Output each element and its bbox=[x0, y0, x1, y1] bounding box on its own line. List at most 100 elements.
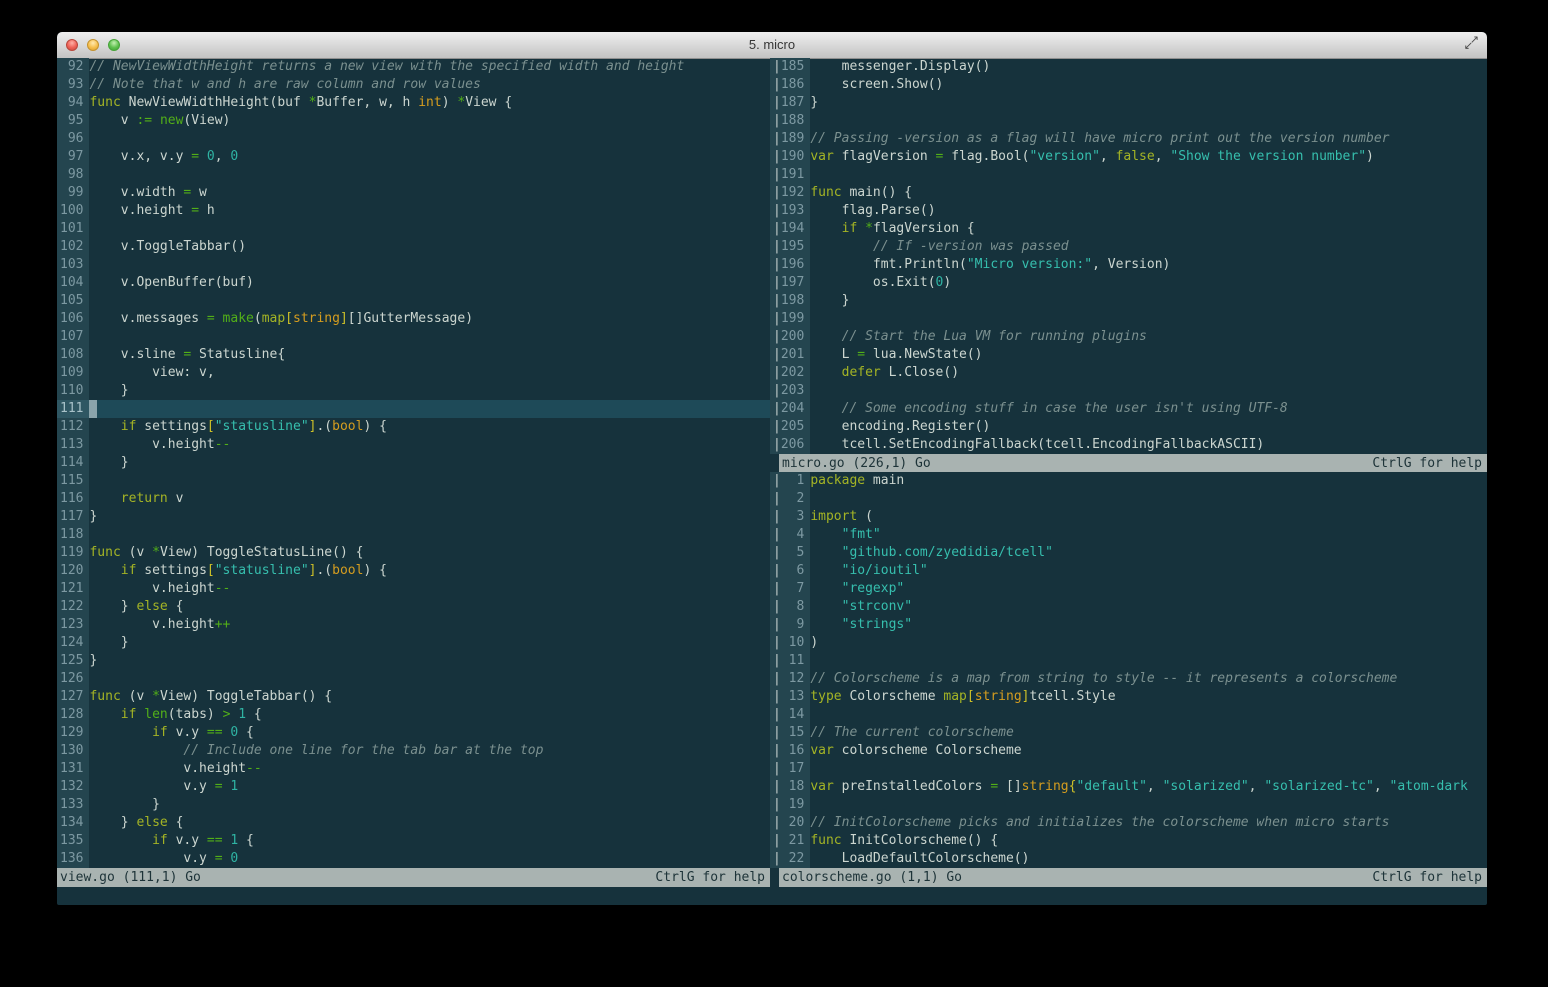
code-line[interactable]: 133 } bbox=[57, 796, 770, 814]
code-line[interactable]: |206 tcell.SetEncodingFallback(tcell.Enc… bbox=[770, 436, 1487, 454]
code-line[interactable]: 116 return v bbox=[57, 490, 770, 508]
code-line[interactable]: 129 if v.y == 0 { bbox=[57, 724, 770, 742]
code-line[interactable]: |204 // Some encoding stuff in case the … bbox=[770, 400, 1487, 418]
code-line[interactable]: |185 messenger.Display() bbox=[770, 58, 1487, 76]
code-line[interactable]: 107 bbox=[57, 328, 770, 346]
token: func bbox=[89, 545, 120, 560]
code-line[interactable]: |196 fmt.Println("Micro version:", Versi… bbox=[770, 256, 1487, 274]
code-line[interactable]: | 21func InitColorscheme() { bbox=[770, 832, 1487, 850]
code-line[interactable]: 121 v.height-- bbox=[57, 580, 770, 598]
code-line[interactable]: 105 bbox=[57, 292, 770, 310]
code-line[interactable]: 119func (v *View) ToggleStatusLine() { bbox=[57, 544, 770, 562]
code-line[interactable]: |199 bbox=[770, 310, 1487, 328]
code-line[interactable]: 97 v.x, v.y = 0, 0 bbox=[57, 148, 770, 166]
code-line[interactable]: 115 bbox=[57, 472, 770, 490]
code-line[interactable]: 100 v.height = h bbox=[57, 202, 770, 220]
code-line[interactable]: 92// NewViewWidthHeight returns a new vi… bbox=[57, 58, 770, 76]
code-line[interactable]: |192func main() { bbox=[770, 184, 1487, 202]
code-line[interactable]: |186 screen.Show() bbox=[770, 76, 1487, 94]
code-line[interactable]: | 16var colorscheme Colorscheme bbox=[770, 742, 1487, 760]
code-text: } bbox=[810, 95, 818, 110]
editor-pane-micro-go[interactable]: |185 messenger.Display()|186 screen.Show… bbox=[770, 58, 1487, 454]
resize-arrows-icon[interactable]: ↗ ↙ bbox=[1461, 33, 1479, 51]
code-line[interactable]: 110 } bbox=[57, 382, 770, 400]
token: , bbox=[1155, 149, 1171, 164]
editor-pane-view-go[interactable]: 92// NewViewWidthHeight returns a new vi… bbox=[57, 58, 770, 868]
code-line[interactable]: |201 L = lua.NewState() bbox=[770, 346, 1487, 364]
code-line[interactable]: 101 bbox=[57, 220, 770, 238]
code-line[interactable]: 126 bbox=[57, 670, 770, 688]
code-line[interactable]: 108 v.sline = Statusline{ bbox=[57, 346, 770, 364]
editor-pane-colorscheme-go[interactable]: | 1package main| 2| 3import (| 4 "fmt"| … bbox=[770, 472, 1487, 868]
code-line[interactable]: |202 defer L.Close() bbox=[770, 364, 1487, 382]
code-line[interactable]: |198 } bbox=[770, 292, 1487, 310]
code-line[interactable]: 118 bbox=[57, 526, 770, 544]
code-line[interactable]: |194 if *flagVersion { bbox=[770, 220, 1487, 238]
code-line[interactable]: 130 // Include one line for the tab bar … bbox=[57, 742, 770, 760]
code-line[interactable]: | 14 bbox=[770, 706, 1487, 724]
code-line[interactable]: | 20// InitColorscheme picks and initial… bbox=[770, 814, 1487, 832]
code-line[interactable]: 96 bbox=[57, 130, 770, 148]
code-line[interactable]: 104 v.OpenBuffer(buf) bbox=[57, 274, 770, 292]
code-line[interactable]: 132 v.y = 1 bbox=[57, 778, 770, 796]
code-line[interactable]: | 18var preInstalledColors = []string{"d… bbox=[770, 778, 1487, 796]
code-line[interactable]: 123 v.height++ bbox=[57, 616, 770, 634]
code-line[interactable]: 134 } else { bbox=[57, 814, 770, 832]
code-line[interactable]: 112 if settings["statusline"].(bool) { bbox=[57, 418, 770, 436]
code-line[interactable]: |191 bbox=[770, 166, 1487, 184]
code-line[interactable]: 103 bbox=[57, 256, 770, 274]
code-line[interactable]: | 3import ( bbox=[770, 508, 1487, 526]
code-line[interactable]: | 15// The current colorscheme bbox=[770, 724, 1487, 742]
code-line[interactable]: |190var flagVersion = flag.Bool("version… bbox=[770, 148, 1487, 166]
code-line[interactable]: 109 view: v, bbox=[57, 364, 770, 382]
code-line[interactable]: 128 if len(tabs) > 1 { bbox=[57, 706, 770, 724]
code-line[interactable]: | 4 "fmt" bbox=[770, 526, 1487, 544]
token bbox=[810, 527, 841, 542]
code-line[interactable]: 95 v := new(View) bbox=[57, 112, 770, 130]
code-text: } bbox=[810, 293, 849, 308]
code-line[interactable]: | 9 "strings" bbox=[770, 616, 1487, 634]
code-line[interactable]: | 22 LoadDefaultColorscheme() bbox=[770, 850, 1487, 868]
code-line[interactable]: | 11 bbox=[770, 652, 1487, 670]
code-line[interactable]: 94func NewViewWidthHeight(buf *Buffer, w… bbox=[57, 94, 770, 112]
code-line[interactable]: | 6 "io/ioutil" bbox=[770, 562, 1487, 580]
code-line[interactable]: |189// Passing -version as a flag will h… bbox=[770, 130, 1487, 148]
code-line[interactable]: |187} bbox=[770, 94, 1487, 112]
code-line[interactable]: | 2 bbox=[770, 490, 1487, 508]
code-line[interactable]: | 13type Colorscheme map[string]tcell.St… bbox=[770, 688, 1487, 706]
code-line[interactable]: 135 if v.y == 1 { bbox=[57, 832, 770, 850]
code-line[interactable]: 98 bbox=[57, 166, 770, 184]
code-line[interactable]: 93// Note that w and h are raw column an… bbox=[57, 76, 770, 94]
code-line[interactable]: | 5 "github.com/zyedidia/tcell" bbox=[770, 544, 1487, 562]
code-line[interactable]: |197 os.Exit(0) bbox=[770, 274, 1487, 292]
code-line[interactable]: |205 encoding.Register() bbox=[770, 418, 1487, 436]
code-line[interactable]: 114 } bbox=[57, 454, 770, 472]
window-titlebar[interactable]: 5. micro ↗ ↙ bbox=[57, 32, 1487, 59]
code-line[interactable]: 122 } else { bbox=[57, 598, 770, 616]
code-line[interactable]: | 1package main bbox=[770, 472, 1487, 490]
code-line[interactable]: |203 bbox=[770, 382, 1487, 400]
code-line[interactable]: |188 bbox=[770, 112, 1487, 130]
code-text: fmt.Println("Micro version:", Version) bbox=[810, 257, 1170, 272]
code-line[interactable]: 117} bbox=[57, 508, 770, 526]
code-line[interactable]: | 17 bbox=[770, 760, 1487, 778]
code-line[interactable]: | 12// Colorscheme is a map from string … bbox=[770, 670, 1487, 688]
code-line[interactable]: | 8 "strconv" bbox=[770, 598, 1487, 616]
code-line[interactable]: 125} bbox=[57, 652, 770, 670]
code-line[interactable]: 124 } bbox=[57, 634, 770, 652]
code-line[interactable]: 106 v.messages = make(map[string][]Gutte… bbox=[57, 310, 770, 328]
code-line[interactable]: | 7 "regexp" bbox=[770, 580, 1487, 598]
code-line[interactable]: |193 flag.Parse() bbox=[770, 202, 1487, 220]
code-line[interactable]: |195 // If -version was passed bbox=[770, 238, 1487, 256]
code-line[interactable]: 111 bbox=[57, 400, 770, 418]
code-line[interactable]: 102 v.ToggleTabbar() bbox=[57, 238, 770, 256]
code-line[interactable]: 99 v.width = w bbox=[57, 184, 770, 202]
code-line[interactable]: |200 // Start the Lua VM for running plu… bbox=[770, 328, 1487, 346]
code-line[interactable]: 120 if settings["statusline"].(bool) { bbox=[57, 562, 770, 580]
code-line[interactable]: | 19 bbox=[770, 796, 1487, 814]
code-line[interactable]: 131 v.height-- bbox=[57, 760, 770, 778]
code-line[interactable]: 113 v.height-- bbox=[57, 436, 770, 454]
code-line[interactable]: 136 v.y = 0 bbox=[57, 850, 770, 868]
code-line[interactable]: 127func (v *View) ToggleTabbar() { bbox=[57, 688, 770, 706]
code-line[interactable]: | 10) bbox=[770, 634, 1487, 652]
